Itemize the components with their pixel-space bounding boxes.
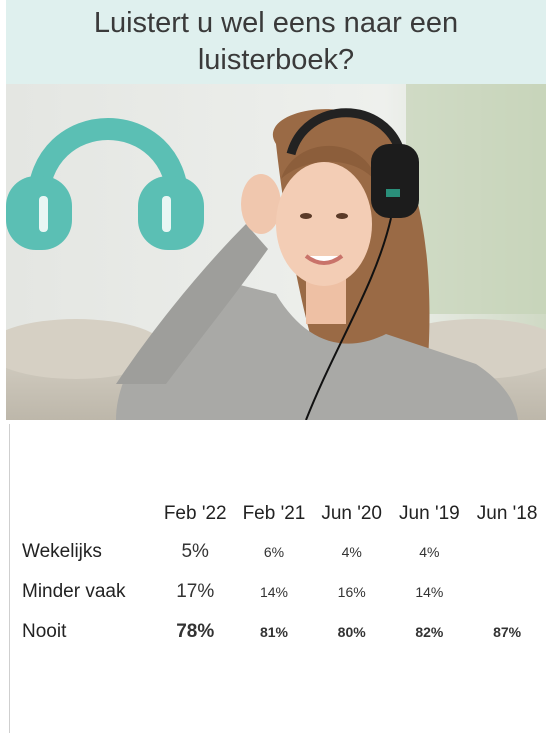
table-cell: 82%: [415, 624, 444, 640]
column-header: Jun '18: [476, 503, 538, 524]
table-cell: 4%: [341, 544, 362, 560]
column-header: Jun '20: [321, 503, 383, 524]
table-cell: 14%: [415, 584, 444, 600]
row-label: Nooit: [22, 621, 67, 642]
table-cell: [468, 532, 546, 572]
row-label: Wekelijks: [22, 541, 102, 562]
table-row: Nooit 78% 81% 80% 82% 87%: [20, 612, 546, 652]
header-spacer: [20, 496, 155, 532]
hero-photo: [6, 84, 546, 420]
table-row: Wekelijks 5% 6% 4% 4%: [20, 532, 546, 572]
left-divider: [9, 424, 10, 733]
table-cell: 4%: [419, 544, 440, 560]
table-cell: 14%: [259, 584, 288, 600]
table-cell: 16%: [337, 584, 366, 600]
table-header-row: Feb '22 Feb '21 Jun '20 Jun '19 Jun '18: [20, 496, 546, 532]
column-header: Feb '21: [242, 503, 306, 524]
column-header: Jun '19: [399, 503, 460, 524]
table-cell: 6%: [263, 544, 285, 560]
photo-illustration: [6, 84, 546, 420]
table-cell: [468, 572, 546, 612]
table-cell: 78%: [176, 621, 215, 642]
table-cell: 81%: [259, 624, 288, 640]
table-cell: 5%: [181, 541, 209, 562]
table-cell: 87%: [493, 624, 522, 640]
row-label: Minder vaak: [22, 581, 126, 602]
table-cell: 17%: [176, 581, 215, 602]
table-cell: 80%: [337, 624, 366, 640]
table-row: Minder vaak 17% 14% 16% 14%: [20, 572, 546, 612]
title-banner: Luistert u wel eens naar een luisterboek…: [6, 0, 546, 84]
page-title: Luistert u wel eens naar een luisterboek…: [93, 7, 459, 76]
column-header: Feb '22: [163, 503, 227, 524]
results-table: Feb '22 Feb '21 Jun '20 Jun '19 Jun '18 …: [20, 496, 546, 652]
